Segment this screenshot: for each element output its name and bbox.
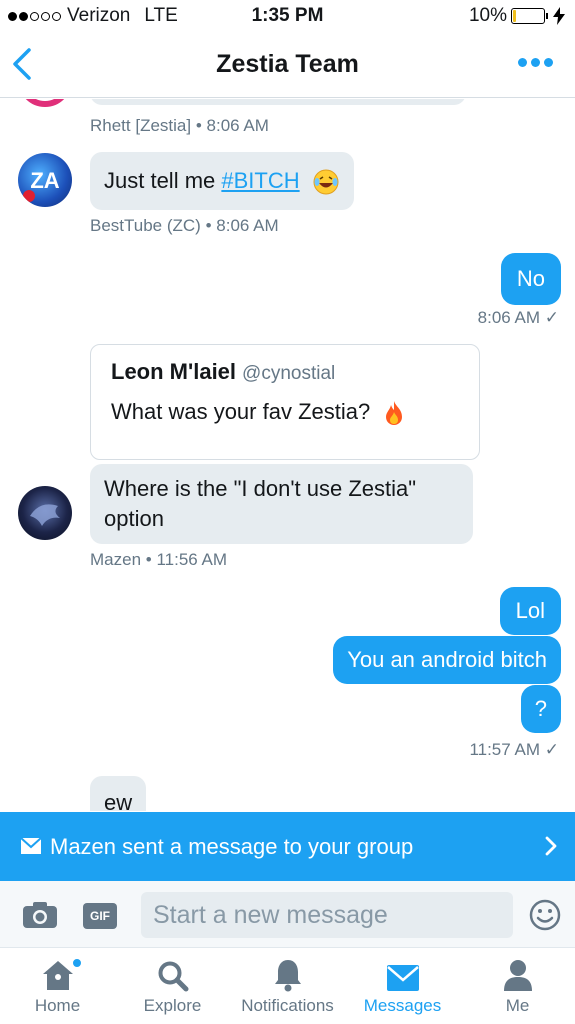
envelope-icon	[386, 965, 419, 991]
tab-home[interactable]: Home	[0, 948, 115, 1024]
search-icon	[158, 961, 188, 992]
za-logo-icon: ZA	[23, 168, 60, 202]
message-bubble	[90, 99, 466, 105]
new-message-banner[interactable]: Mazen sent a message to your group	[0, 812, 575, 881]
battery-percent: 10%	[468, 5, 507, 26]
message-bubble: Where is the "I don't use Zestia" option	[90, 464, 473, 544]
hashtag-link[interactable]: #BITCH	[221, 168, 299, 193]
tab-label: Notifications	[241, 996, 334, 1015]
tab-bar: Home Explore Notifications Messages Me	[0, 948, 575, 1024]
tab-label: Me	[505, 996, 530, 1015]
message-meta: BestTube (ZC) • 8:06 AM	[90, 216, 279, 235]
banner-text: Mazen sent a message to your group	[50, 834, 414, 859]
avatar-rhett[interactable]	[18, 99, 72, 107]
tab-explore[interactable]: Explore	[115, 948, 230, 1024]
camera-icon	[23, 902, 57, 928]
tab-label: Home	[34, 996, 81, 1015]
battery-icon	[511, 8, 548, 24]
avatar-besttube[interactable]: ZA	[18, 153, 72, 207]
message-bubble-outgoing: ?	[520, 685, 561, 733]
svg-text:ZA: ZA	[30, 168, 59, 193]
bell-icon	[274, 960, 301, 992]
message-bubble-outgoing: Lol	[499, 587, 561, 635]
tab-messages[interactable]: Messages	[345, 948, 460, 1024]
message-meta: Rhett [Zestia] • 8:06 AM	[90, 116, 269, 135]
message-bubble: ew	[90, 776, 147, 811]
emoji-button[interactable]	[529, 899, 561, 936]
read-check-icon: ✓	[544, 308, 559, 327]
conversation-thread[interactable]: Rhett [Zestia] • 8:06 AM ZA Just tell me…	[0, 99, 575, 811]
message-composer: GIF	[0, 881, 575, 948]
tab-me[interactable]: Me	[460, 948, 575, 1024]
gif-button[interactable]: GIF	[83, 903, 117, 929]
more-options-button[interactable]	[518, 58, 553, 67]
avatar-mazen[interactable]	[18, 486, 72, 540]
home-icon	[42, 961, 73, 990]
smiley-icon	[529, 899, 561, 931]
tab-label: Messages	[363, 996, 442, 1015]
message-bubble-outgoing: No	[500, 253, 561, 305]
message-input[interactable]	[141, 892, 513, 938]
status-right: 10%	[469, 5, 565, 27]
person-icon	[503, 960, 532, 991]
chevron-right-icon	[545, 836, 557, 856]
tab-notifications[interactable]: Notifications	[230, 948, 345, 1024]
message-meta: 8:06 AM ✓	[477, 308, 559, 327]
message-meta: Mazen • 11:56 AM	[90, 550, 228, 569]
more-dots-icon	[518, 58, 527, 67]
tab-label: Explore	[143, 996, 202, 1015]
quoted-tweet-handle: @cynostial	[242, 363, 336, 384]
quoted-tweet-text: What was your fav Zestia?	[111, 399, 459, 427]
fire-emoji-icon	[386, 401, 403, 426]
notification-dot	[72, 958, 82, 968]
laughing-crying-emoji-icon	[313, 169, 339, 195]
envelope-icon	[20, 837, 42, 854]
avatar-image	[30, 504, 60, 526]
charging-bolt-icon	[553, 7, 565, 25]
read-check-icon: ✓	[544, 740, 559, 759]
quoted-tweet-name: Leon M'laiel	[111, 359, 237, 384]
quoted-tweet-card[interactable]: Leon M'laiel @cynostial What was your fav…	[90, 344, 480, 460]
status-bar: Verizon LTE 1:35 PM 10%	[0, 0, 575, 32]
message-bubble: Just tell me #BITCH	[90, 152, 354, 211]
conversation-header: Zestia Team	[0, 32, 575, 98]
conversation-title: Zestia Team	[216, 50, 359, 78]
message-meta: 11:57 AM ✓	[469, 740, 559, 759]
message-bubble-outgoing: You an android bitch	[333, 636, 561, 684]
quoted-tweet-author: Leon M'laiel @cynostial	[111, 359, 459, 385]
camera-button[interactable]	[22, 901, 58, 934]
